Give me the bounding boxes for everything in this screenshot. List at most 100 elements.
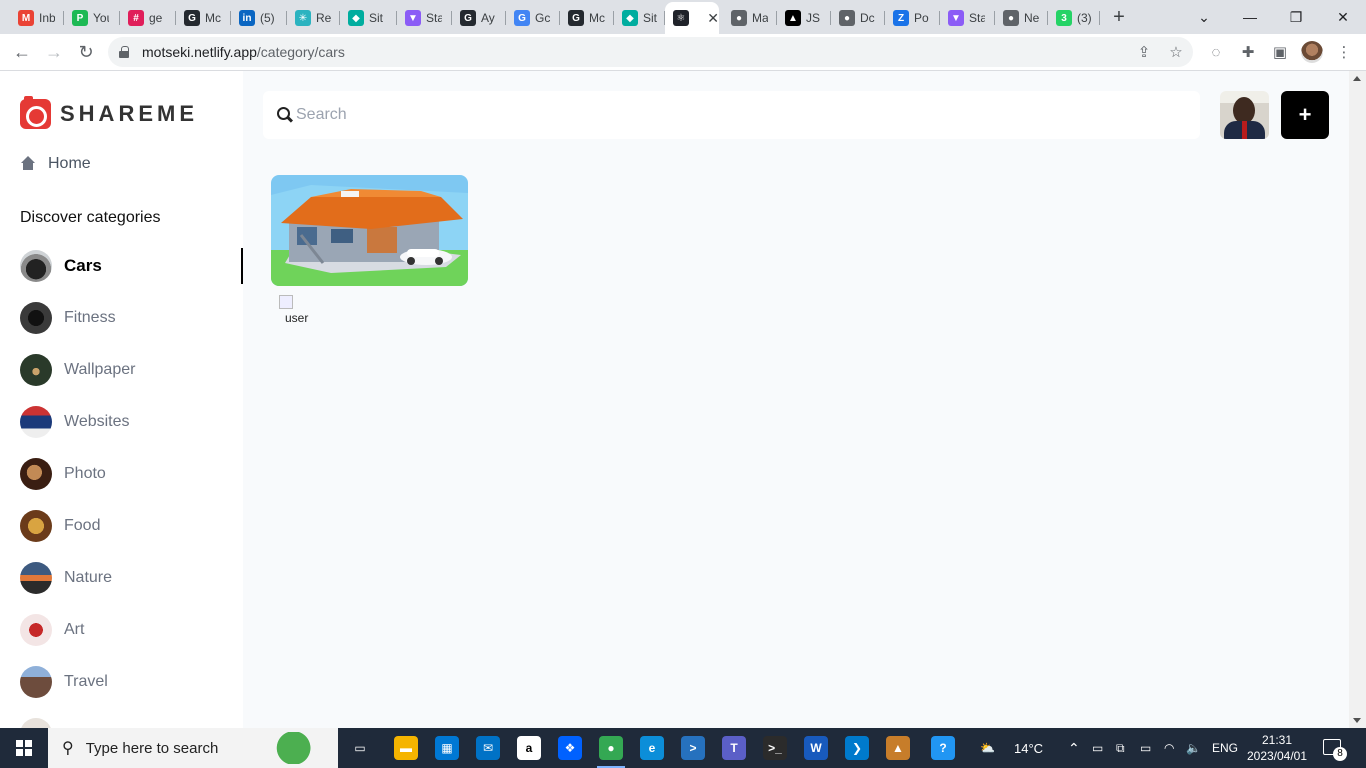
browser-tab[interactable]: G Mc	[560, 4, 614, 32]
windows-taskbar: ⚲ Type here to search ▭ ▬ ▦ ✉ a ❖ ● e > T >_ W ❯ ▲? ⛅…	[0, 728, 1366, 768]
browser-tab[interactable]: ● Dc	[831, 4, 885, 32]
vite-icon: ▼	[948, 10, 964, 26]
network-adapter-icon[interactable]: ⧉	[1116, 728, 1125, 768]
chrome-icon[interactable]: ●	[597, 736, 625, 768]
reload-button[interactable]: ↻	[74, 40, 98, 64]
category-item-wallpaper[interactable]: Wallpaper	[20, 352, 243, 388]
browser-tab[interactable]: ◆ Sit	[340, 4, 397, 32]
shareme-logo[interactable]: SHAREME	[20, 96, 199, 129]
back-button[interactable]: ←	[10, 40, 34, 64]
category-item-photo[interactable]: Photo	[20, 456, 243, 492]
create-pin-button[interactable]: +	[1281, 91, 1329, 139]
browser-tab[interactable]: 3 (3)	[1048, 4, 1100, 32]
category-item-websites[interactable]: Websites	[20, 404, 243, 440]
page-scrollbar[interactable]	[1349, 71, 1366, 728]
sidebar-home-link[interactable]: Home	[20, 155, 91, 173]
category-item-partial[interactable]	[20, 716, 243, 728]
browser-tab[interactable]: ⚛ ✕	[665, 2, 719, 34]
clock-date: 2023/04/01	[1246, 749, 1308, 763]
word-icon[interactable]: W	[804, 736, 828, 760]
broken-image-alt: user	[285, 311, 309, 323]
category-item-art[interactable]: Art	[20, 612, 243, 648]
category-item-nature[interactable]: Nature	[20, 560, 243, 596]
language-indicator[interactable]: ENG	[1212, 728, 1238, 768]
logo-text: SHAREME	[60, 101, 199, 126]
tray-chevron-icon[interactable]: ⌃	[1068, 728, 1080, 768]
taskbar-search-icon: ⚲	[62, 740, 74, 757]
meet-now-icon[interactable]: ▭	[1092, 728, 1103, 768]
extension-loading-icon[interactable]: ◌	[1206, 42, 1226, 62]
browser-tab[interactable]: ▼ Sta	[940, 4, 995, 32]
powershell-icon[interactable]: >	[681, 736, 705, 760]
close-window-button[interactable]: ✕	[1320, 0, 1366, 34]
weather-temp[interactable]: 14°C	[1014, 728, 1043, 768]
pin-author-avatar-broken[interactable]: user	[279, 293, 311, 323]
browser-tab[interactable]: G Ay	[452, 4, 506, 32]
google-icon: G	[514, 10, 530, 26]
forward-button[interactable]: →	[42, 40, 66, 64]
browser-tab[interactable]: in (5)	[231, 4, 287, 32]
browser-tab[interactable]: ▼ Sta	[397, 4, 452, 32]
page-content: SHAREME Home Discover categories Cars Fit…	[0, 71, 1366, 728]
battery-icon[interactable]: ▭	[1140, 728, 1151, 768]
browser-tab[interactable]: G Gc	[506, 4, 560, 32]
close-tab-icon[interactable]: ✕	[707, 10, 719, 27]
taskbar-clock[interactable]: 21:31 2023/04/01	[1243, 732, 1311, 764]
weather-icon[interactable]: ⛅	[980, 728, 995, 768]
url-text[interactable]: motseki.netlify.app/category/cars	[142, 44, 345, 60]
browser-menu-icon[interactable]: ⋮	[1334, 42, 1354, 62]
browser-profile-avatar[interactable]	[1301, 41, 1323, 63]
share-icon[interactable]: ⇪	[1135, 43, 1153, 61]
new-tab-button[interactable]: +	[1108, 6, 1130, 28]
browser-tab[interactable]: M Inb	[10, 4, 64, 32]
mail-icon[interactable]: ✉	[476, 736, 500, 760]
photos-icon[interactable]: ▲	[886, 736, 910, 760]
side-panel-icon[interactable]: ▣	[1270, 42, 1290, 62]
category-item-food[interactable]: Food	[20, 508, 243, 544]
tab-search-button[interactable]: ⌄	[1181, 0, 1227, 34]
user-profile-avatar[interactable]	[1220, 91, 1269, 139]
scroll-up-arrow-icon[interactable]	[1353, 76, 1361, 81]
category-thumbnail	[20, 614, 52, 646]
avatar-tie	[1242, 121, 1247, 139]
browser-tab[interactable]: G Mc	[176, 4, 231, 32]
browser-tab[interactable]: Z Po	[885, 4, 940, 32]
search-input[interactable]	[296, 106, 1176, 124]
address-bar[interactable]: motseki.netlify.app/category/cars ⇪ ☆	[108, 37, 1193, 67]
taskbar-search-box[interactable]: ⚲ Type here to search	[48, 728, 338, 768]
browser-tab[interactable]: # ge	[120, 4, 176, 32]
help-icon[interactable]: ?	[931, 736, 955, 760]
vscode-icon[interactable]: ❯	[845, 736, 869, 760]
browser-tab[interactable]: P You	[64, 4, 120, 32]
browser-tab[interactable]: ✳ Re	[287, 4, 340, 32]
store-icon[interactable]: ▦	[435, 736, 459, 760]
dropbox-icon[interactable]: ❖	[558, 736, 582, 760]
category-item-fitness[interactable]: Fitness	[20, 300, 243, 336]
file-explorer-icon[interactable]: ▬	[394, 736, 418, 760]
minimize-button[interactable]: —	[1227, 0, 1273, 34]
amazon-icon[interactable]: a	[517, 736, 541, 760]
edge-icon[interactable]: e	[640, 736, 664, 760]
maximize-button[interactable]: ❐	[1273, 0, 1319, 34]
extensions-puzzle-icon[interactable]: ✚	[1238, 42, 1258, 62]
teams-icon[interactable]: T	[722, 736, 746, 760]
category-item-travel[interactable]: Travel	[20, 664, 243, 700]
wifi-icon[interactable]: ◠	[1164, 728, 1174, 768]
volume-icon[interactable]: 🔈	[1186, 728, 1201, 768]
pin-image-house-car[interactable]	[271, 175, 468, 286]
browser-tab[interactable]: ● Ne	[995, 4, 1048, 32]
tab-title: Dc	[860, 11, 875, 25]
start-button[interactable]	[0, 728, 48, 768]
tab-title: Sta	[969, 11, 985, 25]
category-item-cars[interactable]: Cars	[20, 248, 243, 284]
search-bar[interactable]	[263, 91, 1200, 139]
task-view-icon[interactable]: ▭	[348, 736, 372, 760]
terminal-icon[interactable]: >_	[763, 736, 787, 760]
scroll-down-arrow-icon[interactable]	[1353, 718, 1361, 723]
category-thumbnail	[20, 718, 52, 728]
browser-tab[interactable]: ● Ma	[723, 4, 777, 32]
category-label: Cars	[64, 256, 102, 275]
browser-tab[interactable]: ▲ JS	[777, 4, 831, 32]
browser-tab[interactable]: ◆ Sit	[614, 4, 665, 32]
bookmark-star-icon[interactable]: ☆	[1167, 43, 1185, 61]
